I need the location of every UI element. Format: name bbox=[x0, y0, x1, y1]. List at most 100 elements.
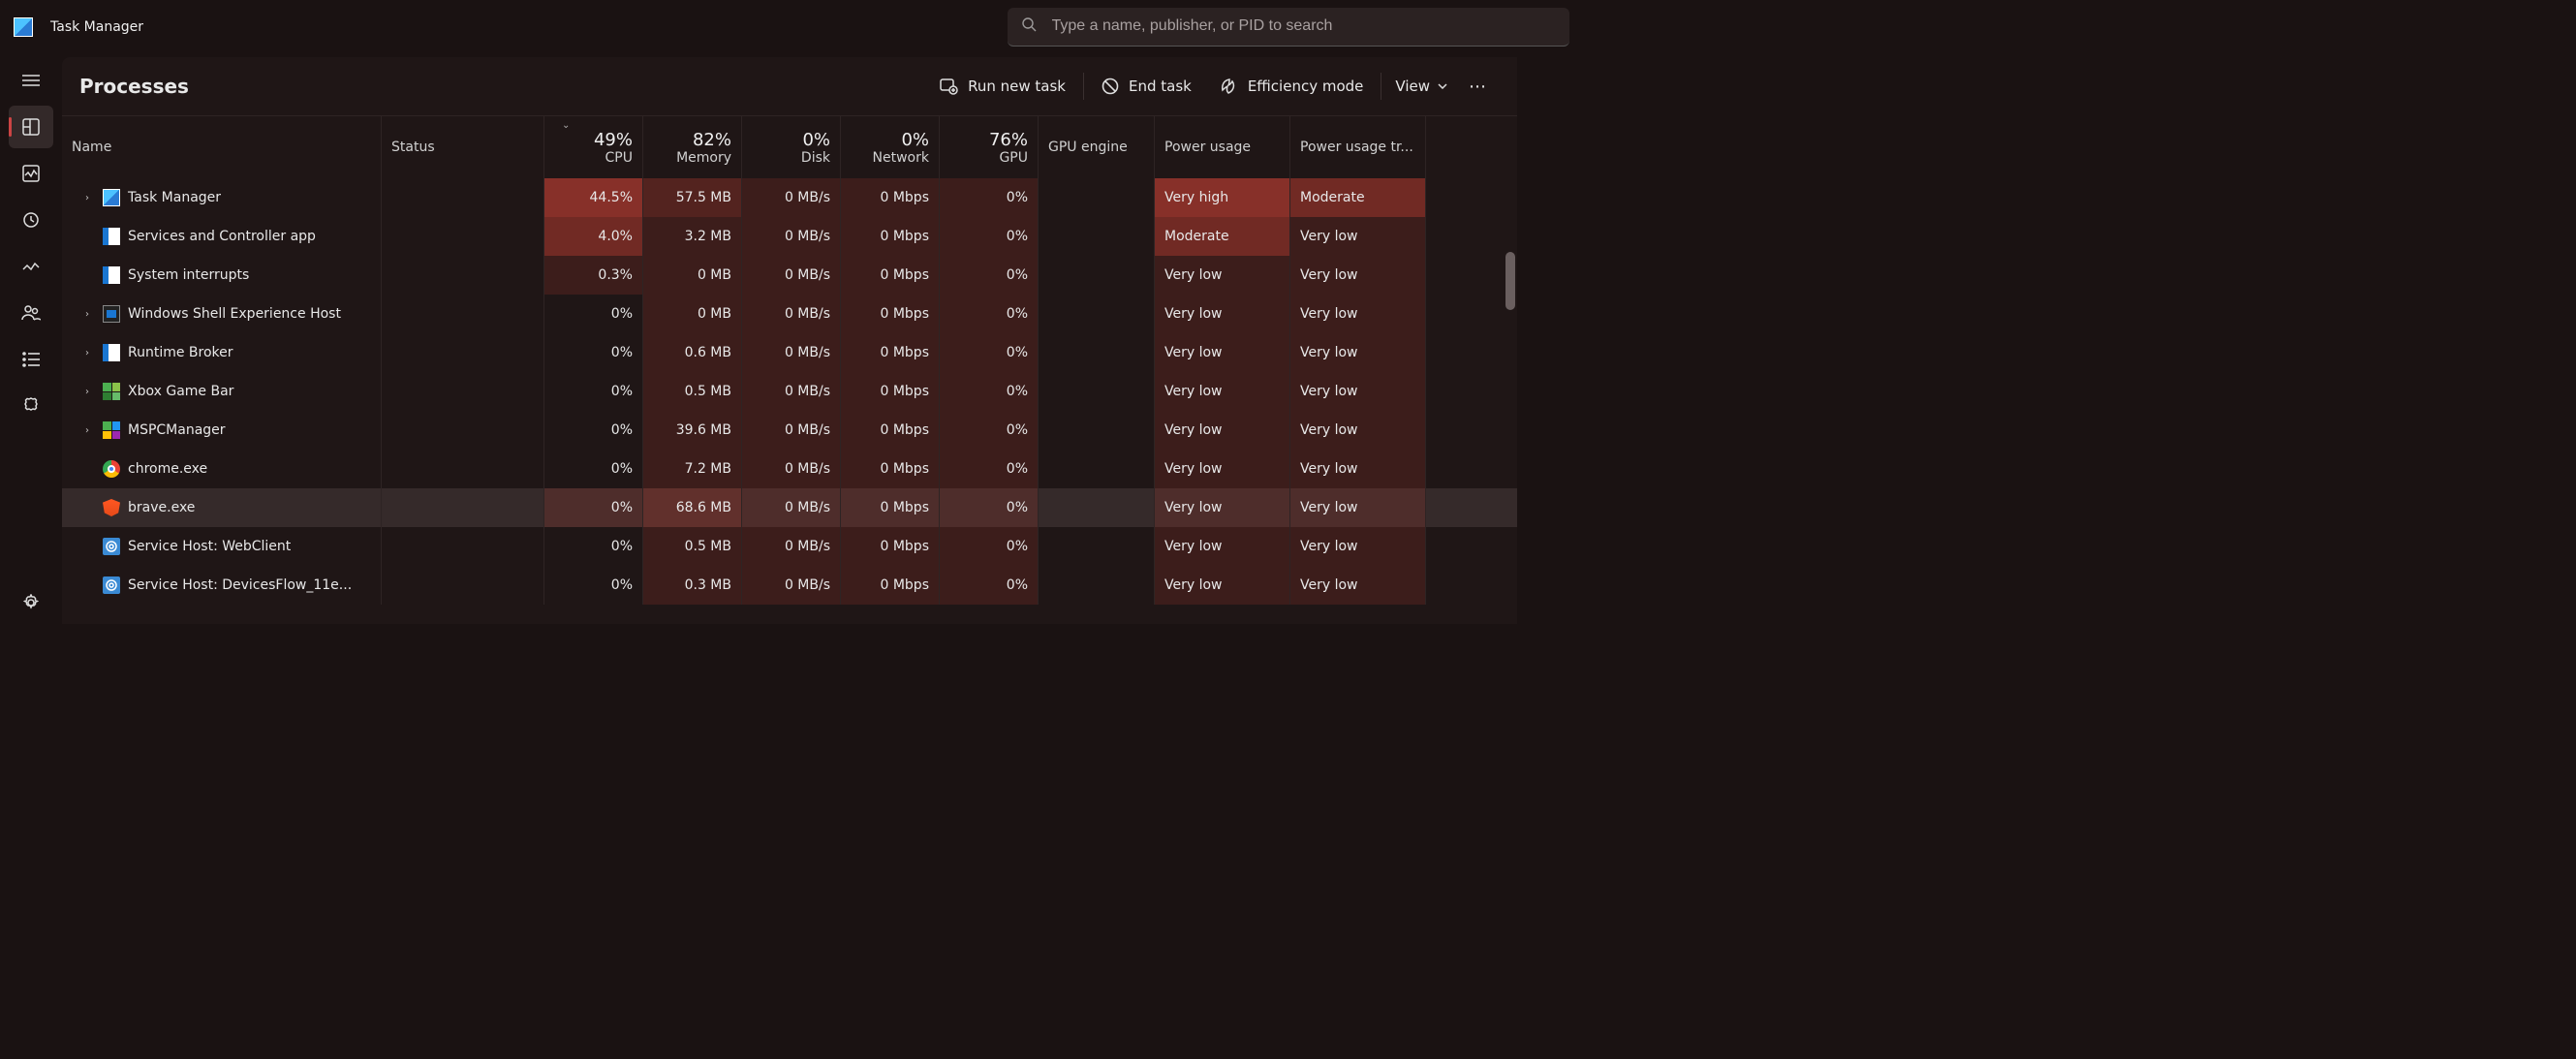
gpu-cell: 0% bbox=[940, 295, 1039, 333]
memory-cell: 3.2 MB bbox=[643, 217, 742, 256]
disk-cell: 0 MB/s bbox=[742, 333, 841, 372]
expand-chevron-icon[interactable]: › bbox=[79, 425, 95, 436]
table-row[interactable]: brave.exe0%68.6 MB0 MB/s0 Mbps0%Very low… bbox=[62, 488, 1517, 527]
power-usage-cell: Very low bbox=[1155, 411, 1290, 450]
column-header-cpu[interactable]: ⌄ 49% CPU bbox=[544, 116, 643, 178]
process-status bbox=[382, 411, 544, 450]
gpu-engine-cell bbox=[1039, 333, 1155, 372]
column-header-status[interactable]: Status bbox=[382, 116, 544, 178]
view-dropdown[interactable]: View bbox=[1385, 70, 1457, 103]
sort-indicator-icon: ⌄ bbox=[562, 120, 570, 131]
process-name: chrome.exe bbox=[128, 461, 207, 477]
table-row[interactable]: Services and Controller app4.0%3.2 MB0 M… bbox=[62, 217, 1517, 256]
network-cell: 0 Mbps bbox=[841, 333, 940, 372]
search-icon bbox=[1021, 16, 1037, 36]
nav-performance[interactable] bbox=[9, 152, 53, 195]
cpu-cell: 0% bbox=[544, 566, 643, 605]
process-status bbox=[382, 295, 544, 333]
table-row[interactable]: System interrupts0.3%0 MB0 MB/s0 Mbps0%V… bbox=[62, 256, 1517, 295]
power-usage-trend-cell: Very low bbox=[1290, 256, 1426, 295]
run-new-task-button[interactable]: Run new task bbox=[925, 69, 1079, 104]
process-icon bbox=[103, 538, 120, 555]
nav-users[interactable] bbox=[9, 292, 53, 334]
power-usage-cell: Very low bbox=[1155, 450, 1290, 488]
network-cell: 0 Mbps bbox=[841, 372, 940, 411]
chevron-down-icon bbox=[1438, 83, 1447, 89]
gpu-cell: 0% bbox=[940, 411, 1039, 450]
network-cell: 0 Mbps bbox=[841, 178, 940, 217]
gpu-engine-cell bbox=[1039, 217, 1155, 256]
process-name: Windows Shell Experience Host bbox=[128, 306, 341, 322]
network-cell: 0 Mbps bbox=[841, 450, 940, 488]
power-usage-trend-cell: Very low bbox=[1290, 566, 1426, 605]
memory-cell: 0.5 MB bbox=[643, 527, 742, 566]
nav-details[interactable] bbox=[9, 338, 53, 381]
efficiency-mode-button[interactable]: Efficiency mode bbox=[1205, 70, 1378, 103]
nav-settings[interactable] bbox=[9, 581, 53, 624]
cpu-cell: 0% bbox=[544, 450, 643, 488]
power-usage-cell: Very low bbox=[1155, 372, 1290, 411]
nav-app-history[interactable] bbox=[9, 199, 53, 241]
table-row[interactable]: ›Task Manager44.5%57.5 MB0 MB/s0 Mbps0%V… bbox=[62, 178, 1517, 217]
nav-startup[interactable] bbox=[9, 245, 53, 288]
app-icon bbox=[14, 17, 33, 37]
table-row[interactable]: ›Windows Shell Experience Host0%0 MB0 MB… bbox=[62, 295, 1517, 333]
network-cell: 0 Mbps bbox=[841, 217, 940, 256]
column-header-memory[interactable]: 82% Memory bbox=[643, 116, 742, 178]
end-task-button[interactable]: End task bbox=[1088, 70, 1205, 103]
search-input[interactable] bbox=[1052, 17, 1556, 35]
expand-chevron-icon[interactable]: › bbox=[79, 309, 95, 320]
gpu-cell: 0% bbox=[940, 450, 1039, 488]
cpu-cell: 0.3% bbox=[544, 256, 643, 295]
page-title: Processes bbox=[79, 75, 189, 98]
power-usage-trend-cell: Very low bbox=[1290, 217, 1426, 256]
table-row[interactable]: ›Xbox Game Bar0%0.5 MB0 MB/s0 Mbps0%Very… bbox=[62, 372, 1517, 411]
table-row[interactable]: ›MSPCManager0%39.6 MB0 MB/s0 Mbps0%Very … bbox=[62, 411, 1517, 450]
nav-processes[interactable] bbox=[9, 106, 53, 148]
process-icon bbox=[103, 421, 120, 439]
power-usage-trend-cell: Very low bbox=[1290, 411, 1426, 450]
nav-services[interactable] bbox=[9, 385, 53, 427]
sidebar-toggle-button[interactable] bbox=[9, 59, 53, 102]
column-header-disk[interactable]: 0% Disk bbox=[742, 116, 841, 178]
column-header-gpu-engine[interactable]: GPU engine bbox=[1039, 116, 1155, 178]
process-status bbox=[382, 178, 544, 217]
table-row[interactable]: Service Host: DevicesFlow_11e...0%0.3 MB… bbox=[62, 566, 1517, 605]
column-header-power-usage[interactable]: Power usage bbox=[1155, 116, 1290, 178]
column-header-network[interactable]: 0% Network bbox=[841, 116, 940, 178]
process-name: MSPCManager bbox=[128, 422, 226, 438]
scrollbar-handle[interactable] bbox=[1505, 252, 1515, 310]
power-usage-cell: Very low bbox=[1155, 488, 1290, 527]
process-status bbox=[382, 488, 544, 527]
memory-cell: 39.6 MB bbox=[643, 411, 742, 450]
process-icon bbox=[103, 499, 120, 516]
more-button[interactable]: ⋯ bbox=[1457, 69, 1500, 105]
memory-cell: 0.5 MB bbox=[643, 372, 742, 411]
disk-cell: 0 MB/s bbox=[742, 295, 841, 333]
end-task-label: End task bbox=[1129, 78, 1192, 95]
table-row[interactable]: ›Runtime Broker0%0.6 MB0 MB/s0 Mbps0%Ver… bbox=[62, 333, 1517, 372]
expand-chevron-icon[interactable]: › bbox=[79, 193, 95, 203]
table-row[interactable]: Service Host: WebClient0%0.5 MB0 MB/s0 M… bbox=[62, 527, 1517, 566]
column-header-power-usage-trend[interactable]: Power usage tr... bbox=[1290, 116, 1426, 178]
gpu-engine-cell bbox=[1039, 566, 1155, 605]
gpu-engine-cell bbox=[1039, 411, 1155, 450]
expand-chevron-icon[interactable]: › bbox=[79, 348, 95, 358]
process-icon bbox=[103, 305, 120, 323]
process-name: Task Manager bbox=[128, 190, 221, 205]
power-usage-cell: Very low bbox=[1155, 295, 1290, 333]
power-usage-trend-cell: Very low bbox=[1290, 295, 1426, 333]
disk-cell: 0 MB/s bbox=[742, 488, 841, 527]
column-header-name[interactable]: Name bbox=[62, 116, 382, 178]
power-usage-cell: Very low bbox=[1155, 566, 1290, 605]
power-usage-cell: Moderate bbox=[1155, 217, 1290, 256]
gpu-cell: 0% bbox=[940, 217, 1039, 256]
power-usage-cell: Very low bbox=[1155, 527, 1290, 566]
expand-chevron-icon[interactable]: › bbox=[79, 387, 95, 397]
table-row[interactable]: chrome.exe0%7.2 MB0 MB/s0 Mbps0%Very low… bbox=[62, 450, 1517, 488]
searchbar[interactable] bbox=[1008, 8, 1569, 47]
column-header-gpu[interactable]: 76% GPU bbox=[940, 116, 1039, 178]
process-icon bbox=[103, 460, 120, 478]
power-usage-trend-cell: Moderate bbox=[1290, 178, 1426, 217]
memory-cell: 0.3 MB bbox=[643, 566, 742, 605]
